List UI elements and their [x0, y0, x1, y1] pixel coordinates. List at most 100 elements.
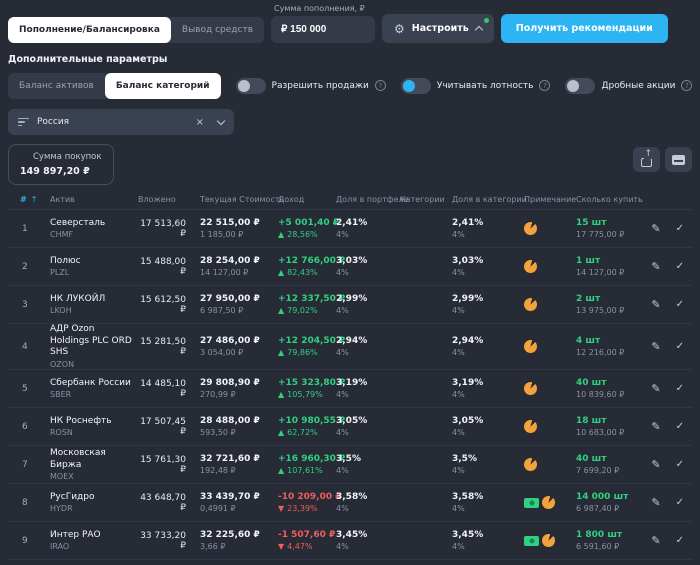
allow-sales-toggle-group: Разрешить продажи ? [235, 77, 386, 94]
income-cell: +15 323,80 ₽ ▲ 105,79% [278, 378, 346, 399]
column-income[interactable]: Доход [278, 195, 336, 204]
edit-icon[interactable]: ✎ [651, 298, 660, 311]
lot-size-toggle[interactable] [400, 77, 431, 94]
table-row[interactable]: 10 Татнефть 17 348,30 ₽ 31 775,00 ₽ +14 … [8, 560, 692, 565]
buy-quantity: 1 шт [576, 256, 601, 266]
trend-arrow-icon: ▲ [278, 466, 285, 476]
toggle-knob [567, 79, 580, 92]
legend-value: 149 897,20 ₽ [20, 166, 90, 177]
income-percent: 79,02% [287, 306, 318, 315]
card-view-button[interactable] [665, 147, 692, 172]
fractional-shares-toggle[interactable] [565, 77, 596, 94]
clear-filter-icon[interactable]: × [196, 117, 204, 128]
income-percent-row: ▲ 82,43% [278, 268, 336, 277]
category-share: 2,99% [452, 294, 484, 304]
notification-dot [483, 18, 489, 23]
category-share: 3,19% [452, 378, 484, 389]
confirm-icon[interactable]: ✓ [676, 497, 684, 508]
buy-cell: 14 000 шт 6 987,40 ₽ [576, 492, 646, 513]
buy-sum: 7 699,20 ₽ [576, 466, 620, 476]
column-how-many-to-buy[interactable]: Сколько купить [576, 195, 646, 204]
country-filter-select[interactable]: Россия × [8, 109, 234, 135]
tab-replenish-rebalance[interactable]: Пополнение/Балансировка [8, 17, 171, 43]
lot-size-label: Учитывать лотность [436, 80, 534, 91]
purchase-sum-legend: Сумма покупок 149 897,20 ₽ [8, 144, 114, 185]
column-asset[interactable]: Актив [38, 195, 138, 204]
note-icons [524, 420, 576, 434]
confirm-icon[interactable]: ✓ [676, 421, 684, 432]
buy-cell: 1 шт 14 127,00 ₽ [576, 256, 646, 277]
edit-icon[interactable]: ✎ [651, 222, 660, 235]
table-row[interactable]: 3 НК ЛУКОЙЛ LKOH 15 612,50 ₽ 27 950,00 ₽… [8, 286, 692, 324]
income-value: +15 323,80 ₽ [278, 378, 346, 389]
tab-category-balance[interactable]: Баланс категорий [104, 72, 221, 99]
income-value: -1 507,60 ₽ [278, 530, 336, 541]
edit-icon[interactable]: ✎ [651, 496, 660, 509]
edit-icon[interactable]: ✎ [651, 458, 660, 471]
trend-arrow-icon: ▲ [278, 428, 285, 438]
buy-quantity: 2 шт [576, 294, 601, 304]
portfolio-share: 3,19% [336, 378, 368, 389]
confirm-icon[interactable]: ✓ [676, 535, 684, 546]
income-cell: -10 209,00 ₽ ▼ 23,39% [278, 492, 342, 513]
table-row[interactable]: 7 Московская Биржа MOEX 15 761,30 ₽ 32 7… [8, 446, 692, 485]
configure-button[interactable]: ⚙ Настроить [382, 14, 494, 43]
asset-name: АДР Ozon Holdings PLC ORD SHS [50, 324, 132, 358]
export-button[interactable] [633, 147, 660, 172]
column-note[interactable]: Примечание [524, 195, 576, 204]
confirm-icon[interactable]: ✓ [676, 341, 684, 352]
table-row[interactable]: 8 РусГидро HYDR 43 648,70 ₽ 33 439,70 ₽ … [8, 484, 692, 523]
table-row[interactable]: 4 АДР Ozon Holdings PLC ORD SHS OZON 15 … [8, 324, 692, 371]
confirm-icon[interactable]: ✓ [676, 299, 684, 310]
edit-icon[interactable]: ✎ [651, 534, 660, 547]
allow-sales-toggle[interactable] [235, 77, 266, 94]
income-percent-row: ▲ 79,02% [278, 306, 336, 315]
invested-value: 17 513,60 ₽ [140, 218, 186, 239]
info-icon[interactable]: ? [681, 80, 693, 91]
info-icon[interactable]: ? [539, 80, 551, 91]
edit-icon[interactable]: ✎ [651, 382, 660, 395]
table-body: 1 Северсталь CHMF 17 513,60 ₽ 22 515,00 … [8, 210, 692, 565]
info-icon[interactable]: ? [374, 80, 386, 91]
chevron-down-icon[interactable] [216, 116, 226, 125]
edit-icon[interactable]: ✎ [651, 420, 660, 433]
confirm-icon[interactable]: ✓ [676, 459, 684, 470]
column-portfolio-share[interactable]: Доля в портфеле [336, 195, 409, 204]
table-row[interactable]: 1 Северсталь CHMF 17 513,60 ₽ 22 515,00 … [8, 210, 692, 248]
buy-quantity: 14 000 шт [576, 492, 629, 503]
row-number: 9 [22, 535, 28, 546]
column-categories[interactable]: Категории [400, 195, 452, 204]
table-row[interactable]: 6 НК Роснефть ROSN 17 507,45 ₽ 28 488,00… [8, 408, 692, 447]
table-row[interactable]: 2 Полюс PLZL 15 488,00 ₽ 28 254,00 ₽ 14 … [8, 248, 692, 286]
get-recommendations-button[interactable]: Получить рекомендации [500, 14, 668, 43]
column-current-value[interactable]: Текущая Стоимость [200, 195, 284, 204]
portfolio-share-target: 4% [336, 428, 349, 438]
column-invested[interactable]: Вложено [138, 195, 200, 204]
table-row[interactable]: 9 Интер РАО IRAO 33 733,20 ₽ 32 225,60 ₽… [8, 522, 692, 561]
income-percent-row: ▲ 62,72% [278, 428, 336, 437]
edit-icon[interactable]: ✎ [651, 340, 660, 353]
trend-arrow-icon: ▲ [278, 348, 285, 358]
confirm-icon[interactable]: ✓ [676, 261, 684, 272]
current-value-cell: 27 950,00 ₽ 6 987,50 ₽ [200, 294, 278, 315]
confirm-icon[interactable]: ✓ [676, 223, 684, 234]
portfolio-share-cell: 3,5% 4% [336, 454, 400, 475]
note-icons [524, 222, 576, 235]
asset-cell: НК ЛУКОЙЛ LKOH [38, 294, 138, 316]
confirm-icon[interactable]: ✓ [676, 383, 684, 394]
tab-withdraw[interactable]: Вывод средств [171, 17, 264, 43]
category-share: 3,58% [452, 492, 484, 503]
table-row[interactable]: 5 Сбербанк России SBER 14 485,10 ₽ 29 80… [8, 370, 692, 409]
asset-ticker: OZON [50, 360, 75, 370]
filter-value: Россия [37, 117, 70, 127]
edit-icon[interactable]: ✎ [651, 260, 660, 273]
amount-input[interactable] [271, 16, 375, 43]
category-share: 3,45% [452, 530, 484, 541]
portfolio-share-target: 4% [336, 348, 349, 358]
tab-asset-balance[interactable]: Баланс активов [8, 73, 105, 99]
portfolio-share-target: 4% [336, 466, 349, 476]
asset-name: Интер РАО [50, 529, 101, 540]
income-cell: +5 001,40 ₽ ▲ 28,56% [278, 218, 339, 239]
column-category-share[interactable]: Доля в категории [452, 195, 527, 204]
column-number[interactable]: # ↑ [8, 195, 38, 204]
